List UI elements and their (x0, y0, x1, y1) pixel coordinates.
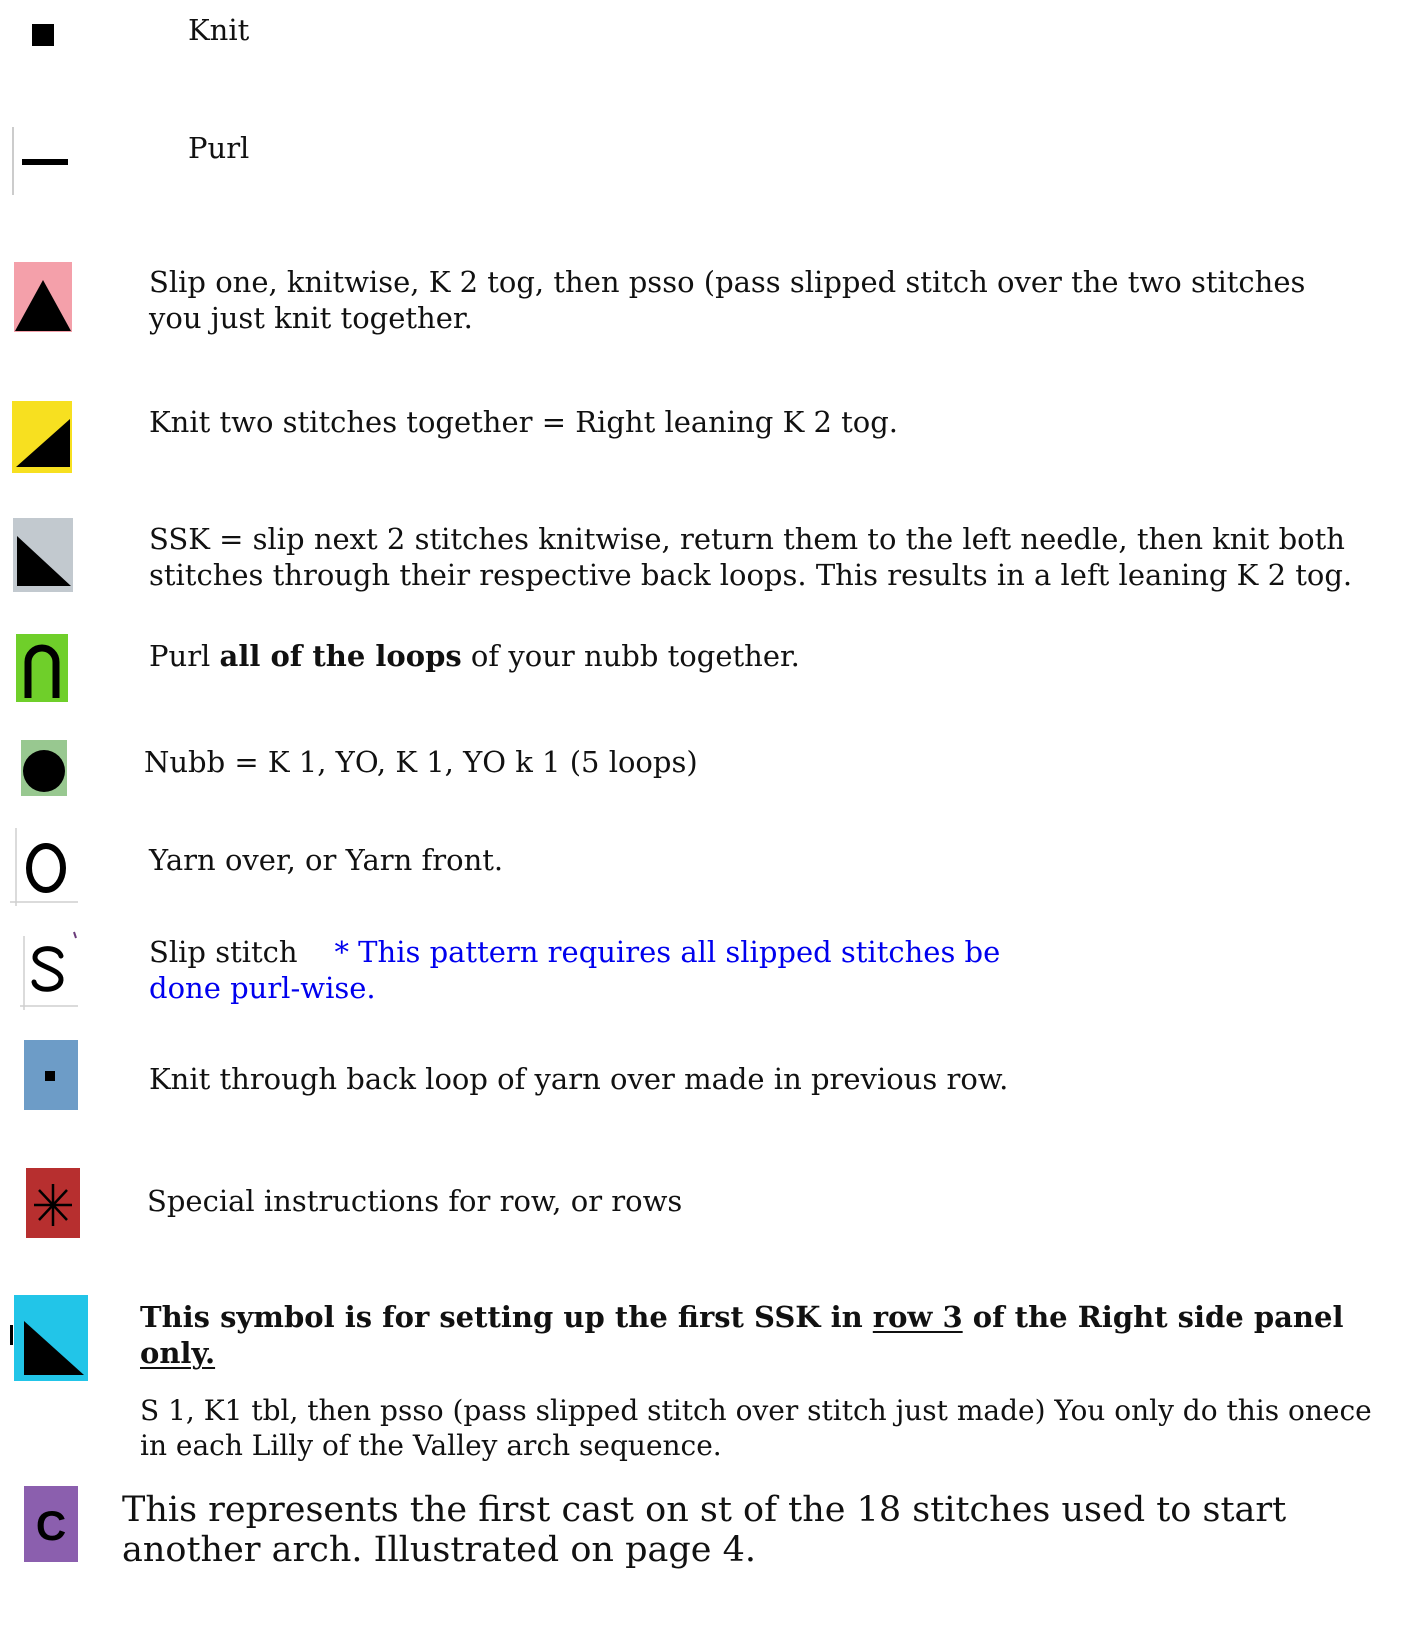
nubb-dot-icon (21, 740, 67, 796)
k2tog-right-lean-icon (12, 401, 72, 473)
legend-text-slip-stitch: Slip stitch * This pattern requires all … (149, 935, 1001, 1005)
ssk-left-lean-icon (13, 518, 73, 592)
legend-text-special: Special instructions for row, or rows (147, 1184, 683, 1218)
legend-text-setup-ssk: S 1, K1 tbl, then psso (pass slipped sti… (140, 1394, 1372, 1462)
setup-ssk-icon (10, 1295, 88, 1381)
slip-stitch-s-icon (20, 930, 78, 1010)
sk2p-triangle-icon (14, 262, 72, 332)
ktbl-small-square-icon (24, 1040, 78, 1110)
setup-ssk-heading: This symbol is for setting up the first … (140, 1300, 1344, 1370)
legend-text-ssk: SSK = slip next 2 stitches knitwise, ret… (149, 522, 1353, 592)
svg-text:C: C (36, 1502, 66, 1549)
legend-text-sk2p: Slip one, knitwise, K 2 tog, then psso (… (149, 265, 1306, 335)
legend-text-k2tog: Knit two stitches together = Right leani… (149, 405, 899, 439)
legend-text-purl: Purl (188, 131, 250, 165)
special-asterisk-icon (26, 1168, 80, 1238)
legend-text-nubb: Nubb = K 1, YO, K 1, YO k 1 (5 loops) (144, 745, 698, 779)
knit-square-icon (15, 8, 75, 64)
legend-text-purl-loops: Purl all of the loops of your nubb toget… (149, 639, 800, 673)
legend-text-cast-on: This represents the first cast on st of … (122, 1490, 1287, 1570)
purl-loops-arch-icon (16, 634, 68, 702)
cast-on-c-icon: C (24, 1486, 78, 1562)
legend-text-knit: Knit (188, 13, 250, 47)
purl-dash-icon (12, 127, 72, 197)
yarn-over-o-icon (10, 828, 78, 906)
legend-text-yarn-over: Yarn over, or Yarn front. (149, 843, 504, 877)
legend-text-ktbl: Knit through back loop of yarn over made… (149, 1062, 1009, 1096)
